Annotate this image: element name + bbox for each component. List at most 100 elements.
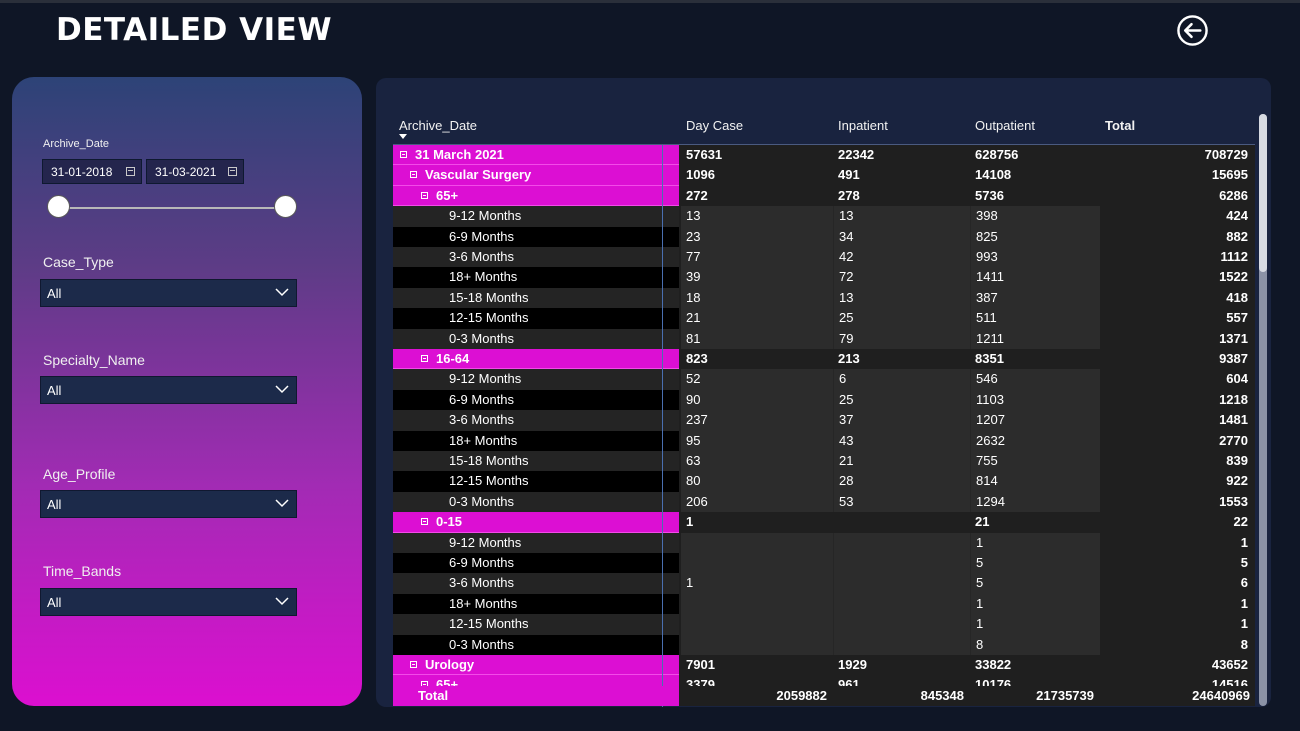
collapse-icon[interactable] [410,661,417,668]
scrollbar-thumb[interactable] [1259,114,1267,272]
matrix-row: 18+ Months 95 43 2632 2770 [393,430,1255,451]
total-value: 14516 [1100,675,1250,686]
sort-descending-icon [399,134,407,139]
row-header: 0-3 Months [393,634,679,655]
day-case-value: 18 [681,287,833,309]
total-value: 9387 [1100,349,1250,370]
row-header[interactable]: 0-15 [393,512,679,533]
inpatient-value: 34 [833,226,970,247]
row-header: 6-9 Months [393,389,679,411]
outpatient-value: 628756 [970,145,1100,166]
start-date-input[interactable]: 31-01-2018 [42,159,142,184]
row-label: 0-15 [436,514,463,530]
column-header-total[interactable]: Total [1105,118,1135,138]
row-header: 6-9 Months [393,226,679,247]
day-case-value [681,553,833,574]
specialty-name-dropdown[interactable]: All [40,376,297,404]
total-value: 1112 [1100,247,1250,268]
outpatient-value: 8 [970,634,1100,655]
day-case-value: 90 [681,389,833,411]
column-header-day-case[interactable]: Day Case [686,118,743,138]
matrix-row: 3-6 Months 77 42 993 1112 [393,247,1255,268]
total-value: 15695 [1100,165,1250,186]
collapse-icon[interactable] [410,171,417,179]
specialty-name-value: All [47,383,62,398]
row-header[interactable]: 16-64 [393,349,679,370]
inpatient-value: 278 [833,185,970,207]
collapse-icon[interactable] [421,518,428,526]
outpatient-value: 1 [970,614,1100,635]
row-label: 15-18 Months [449,289,529,305]
slider-end-handle[interactable] [274,195,297,218]
end-date-input[interactable]: 31-03-2021 [146,159,244,184]
outpatient-value: 5736 [970,185,1100,207]
row-header: 0-3 Months [393,491,679,513]
time-bands-dropdown[interactable]: All [40,588,297,616]
inpatient-value: 13 [833,287,970,309]
calendar-icon[interactable] [228,167,237,176]
row-header: 18+ Months [393,430,679,451]
outpatient-value: 10176 [970,675,1100,686]
outpatient-value: 1294 [970,491,1100,513]
row-header[interactable]: 65+ [393,185,679,207]
total-value: 557 [1100,308,1250,329]
age-profile-label: Age_Profile [43,466,116,482]
day-case-value: 81 [681,328,833,349]
case-type-dropdown[interactable]: All [40,279,297,307]
inpatient-value: 22342 [833,145,970,166]
row-label: Urology [425,657,475,672]
row-label: 18+ Months [449,269,518,285]
total-value: 604 [1100,369,1250,390]
total-value: 1 [1100,593,1250,615]
day-case-value: 237 [681,410,833,431]
inpatient-value: 13 [833,206,970,227]
collapse-icon[interactable] [421,355,428,362]
column-header-archive-date[interactable]: Archive_Date [399,118,477,138]
collapse-icon[interactable] [421,191,428,199]
back-arrow-icon[interactable] [1176,14,1209,47]
collapse-icon[interactable] [400,151,407,158]
row-header[interactable]: 65+ [393,675,679,686]
row-header[interactable]: 31 March 2021 [393,145,679,166]
row-label: 12-15 Months [449,310,529,326]
row-label: 0-3 Months [449,493,515,509]
day-case-value: 52 [681,369,833,390]
vertical-scrollbar[interactable] [1259,114,1267,706]
time-bands-label: Time_Bands [43,563,122,579]
row-header[interactable]: Vascular Surgery [393,165,679,186]
inpatient-value: 25 [833,389,970,411]
row-header[interactable]: Urology [393,655,679,676]
total-value: 1553 [1100,491,1250,513]
matrix-row: 12-15 Months 21 25 511 557 [393,308,1255,329]
row-label: 12-15 Months [449,473,529,489]
matrix-row: 9-12 Months 1 1 [393,532,1255,553]
case-type-value: All [47,286,62,301]
outpatient-value: 2632 [970,430,1100,451]
row-header: 18+ Months [393,593,679,615]
inpatient-value: 42 [833,247,970,268]
totals-label: Total [393,686,679,706]
row-header: 18+ Months [393,267,679,288]
top-border [0,0,1300,3]
calendar-icon[interactable] [126,167,135,176]
column-header-outpatient[interactable]: Outpatient [975,118,1035,138]
matrix-row: 9-12 Months 52 6 546 604 [393,369,1255,390]
outpatient-value: 21 [970,512,1100,533]
slider-start-handle[interactable] [47,195,70,218]
outpatient-value: 1103 [970,389,1100,411]
row-label: Vascular Surgery [425,167,532,183]
total-value: 5 [1100,553,1250,574]
outpatient-value: 5 [970,573,1100,594]
day-case-value: 21 [681,308,833,329]
row-label: 18+ Months [449,432,518,448]
date-range-slider[interactable] [59,207,285,209]
outpatient-value: 755 [970,451,1100,472]
matrix-row: 15-18 Months 18 13 387 418 [393,287,1255,309]
matrix-row: 3-6 Months 1 5 6 [393,573,1255,594]
age-profile-dropdown[interactable]: All [40,490,297,518]
inpatient-value [833,634,970,655]
outpatient-value: 546 [970,369,1100,390]
row-header-divider [662,145,663,707]
column-header-inpatient[interactable]: Inpatient [838,118,888,138]
outpatient-value: 8351 [970,349,1100,370]
